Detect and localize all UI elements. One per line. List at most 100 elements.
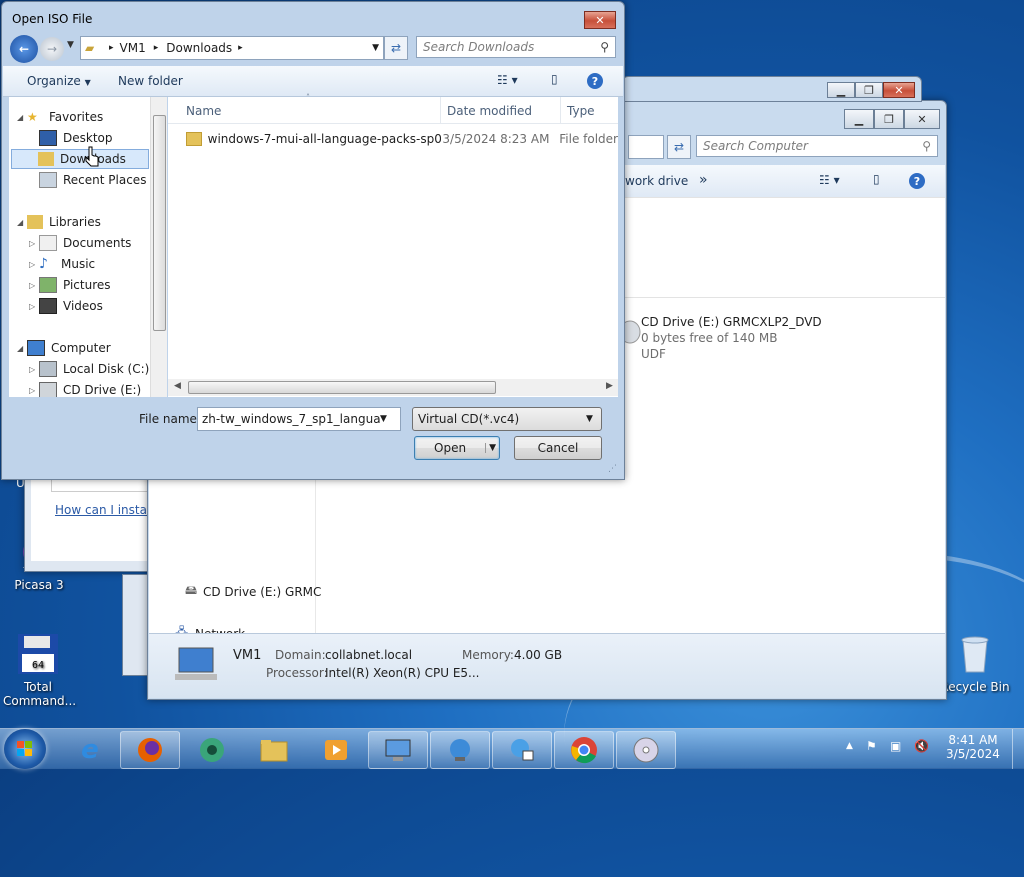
collapse-arrow-icon: ▷: [29, 259, 36, 269]
close-button[interactable]: ✕: [584, 11, 616, 29]
nav-music[interactable]: ▷ ♪ Music: [29, 254, 95, 274]
taskbar-media-player[interactable]: [306, 731, 366, 769]
nav-pictures[interactable]: ▷ Pictures: [29, 275, 111, 295]
horizontal-scrollbar-thumb[interactable]: [188, 381, 496, 394]
nav-videos[interactable]: ▷ Videos: [29, 296, 103, 316]
new-folder-button[interactable]: New folder: [118, 74, 183, 88]
breadcrumb-downloads[interactable]: Downloads: [166, 41, 232, 55]
nav-local-disk[interactable]: ▷ Local Disk (C:): [29, 359, 149, 379]
taskbar-explorer[interactable]: [244, 731, 304, 769]
horizontal-scrollbar[interactable]: ◀ ▶: [168, 379, 618, 396]
nav-cd-drive-label: CD Drive (E:): [63, 383, 142, 397]
column-date[interactable]: Date modified: [447, 104, 532, 118]
taskbar-picasa[interactable]: [182, 731, 242, 769]
volume-muted-icon[interactable]: 🔇: [914, 739, 929, 753]
back-button[interactable]: ←: [10, 35, 38, 63]
breadcrumb-vm1[interactable]: VM1: [120, 41, 146, 55]
help-icon[interactable]: ?: [587, 73, 603, 89]
recent-places-icon: [39, 172, 57, 188]
refresh-icon[interactable]: ⇄: [384, 36, 408, 60]
map-network-drive-button[interactable]: work drive: [625, 174, 688, 188]
taskbar-firefox[interactable]: [120, 731, 180, 769]
refresh-icon[interactable]: ⇄: [667, 135, 691, 159]
more-commands-button[interactable]: »: [699, 172, 708, 188]
start-button[interactable]: [4, 729, 46, 769]
file-row[interactable]: windows-7-mui-all-language-packs-sp0... …: [186, 129, 618, 149]
processor-label: Processor:: [266, 666, 328, 680]
recycle-bin-icon: [953, 632, 997, 676]
help-icon[interactable]: ?: [909, 173, 925, 189]
column-name[interactable]: Name: [186, 104, 221, 118]
expand-arrow-icon: ◢: [17, 217, 24, 227]
taskbar-network[interactable]: [430, 731, 490, 769]
show-hidden-icons-button[interactable]: ▲: [846, 741, 853, 751]
taskbar-chrome[interactable]: [554, 731, 614, 769]
address-bar[interactable]: ▰ ▸ VM1 ▸ Downloads ▸ ▼: [80, 36, 384, 60]
column-type[interactable]: Type: [567, 104, 595, 118]
column-divider[interactable]: [560, 97, 561, 123]
nav-desktop[interactable]: Desktop: [39, 128, 113, 148]
nav-cd-drive[interactable]: 🖴 CD Drive (E:) GRMC: [185, 581, 321, 602]
cancel-button[interactable]: Cancel: [514, 436, 602, 460]
forward-button[interactable]: →: [40, 37, 64, 61]
scroll-right-icon[interactable]: ▶: [606, 381, 613, 391]
address-dropdown[interactable]: [628, 135, 664, 159]
resize-grip-icon[interactable]: ⋰: [608, 464, 617, 474]
nav-libraries[interactable]: ◢ Libraries: [17, 212, 101, 232]
desktop-icon-label: Recycle Bin: [940, 680, 1010, 694]
change-view-icon[interactable]: ☷ ▾: [497, 73, 518, 87]
minimize-button[interactable]: ▁: [844, 109, 874, 129]
preview-pane-icon[interactable]: ▯: [873, 172, 880, 186]
desktop-icon-total-commander[interactable]: 64 Total Command...: [3, 632, 76, 708]
nav-scrollbar[interactable]: [150, 97, 167, 397]
nav-scrollbar-thumb[interactable]: [153, 115, 166, 331]
dialog-search-input[interactable]: Search Downloads ⚲: [416, 36, 616, 58]
preview-pane-icon[interactable]: ▯: [551, 72, 558, 86]
maximize-button[interactable]: ❐: [874, 109, 904, 129]
file-name-input[interactable]: zh-tw_windows_7_sp1_language_p ▼: [197, 407, 401, 431]
maximize-button[interactable]: ❐: [855, 82, 883, 98]
breadcrumb-separator-icon: ▸: [153, 43, 159, 53]
taskbar-ie[interactable]: e: [60, 731, 120, 769]
computer-search-input[interactable]: Search Computer ⚲: [696, 135, 938, 157]
computer-window-icon: [385, 739, 411, 761]
organize-button[interactable]: Organize ▼: [27, 74, 91, 88]
chevron-down-icon[interactable]: ▼: [380, 414, 387, 424]
computer-icon: [173, 644, 219, 687]
downloads-folder-icon: [38, 152, 54, 166]
show-desktop-button[interactable]: [1012, 729, 1024, 769]
network-status-icon[interactable]: ▣: [890, 739, 901, 753]
nav-favorites[interactable]: ◢ ★ Favorites: [17, 107, 103, 127]
taskbar-virtual-cd[interactable]: [616, 731, 676, 769]
nav-documents[interactable]: ▷ Documents: [29, 233, 131, 253]
floppy-icon: 64: [16, 632, 60, 676]
file-type: File folder: [559, 132, 618, 146]
desktop-icon-recycle-bin[interactable]: Recycle Bin: [940, 632, 1010, 694]
file-date: 3/5/2024 8:23 AM: [442, 132, 550, 146]
column-divider[interactable]: [440, 97, 441, 123]
nav-pictures-label: Pictures: [63, 278, 111, 292]
minimize-button[interactable]: ▁: [827, 82, 855, 98]
search-icon: ⚲: [922, 139, 931, 153]
recent-locations-dropdown[interactable]: ▼: [67, 40, 74, 50]
open-iso-dialog[interactable]: Open ISO File ✕ ← → ▼ ▰ ▸ VM1 ▸ Download…: [1, 1, 625, 480]
processor-value: Intel(R) Xeon(R) CPU E5...: [325, 666, 480, 680]
close-button[interactable]: ✕: [904, 109, 940, 129]
flag-icon[interactable]: ⚑: [866, 739, 877, 753]
clock[interactable]: 8:41 AM 3/5/2024: [940, 733, 1006, 761]
view-options-icon[interactable]: ☷ ▾: [819, 173, 840, 187]
nav-downloads[interactable]: Downloads: [11, 149, 149, 169]
nav-recent-places[interactable]: Recent Places: [39, 170, 146, 190]
open-button[interactable]: Open ▼: [414, 436, 500, 460]
taskbar-remote[interactable]: [492, 731, 552, 769]
nav-computer[interactable]: ◢ Computer: [17, 338, 111, 358]
open-dropdown-icon[interactable]: ▼: [485, 443, 499, 453]
address-dropdown-icon[interactable]: ▼: [372, 43, 379, 53]
file-type-select[interactable]: Virtual CD(*.vc4) ▼: [412, 407, 602, 431]
taskbar-computer-window[interactable]: [368, 731, 428, 769]
collapse-arrow-icon: ▷: [29, 364, 36, 374]
scroll-left-icon[interactable]: ◀: [174, 381, 181, 391]
cd-drive-fs: UDF: [641, 347, 666, 361]
close-button[interactable]: ✕: [883, 82, 915, 98]
nav-cd-drive[interactable]: ▷ CD Drive (E:): [29, 380, 141, 397]
